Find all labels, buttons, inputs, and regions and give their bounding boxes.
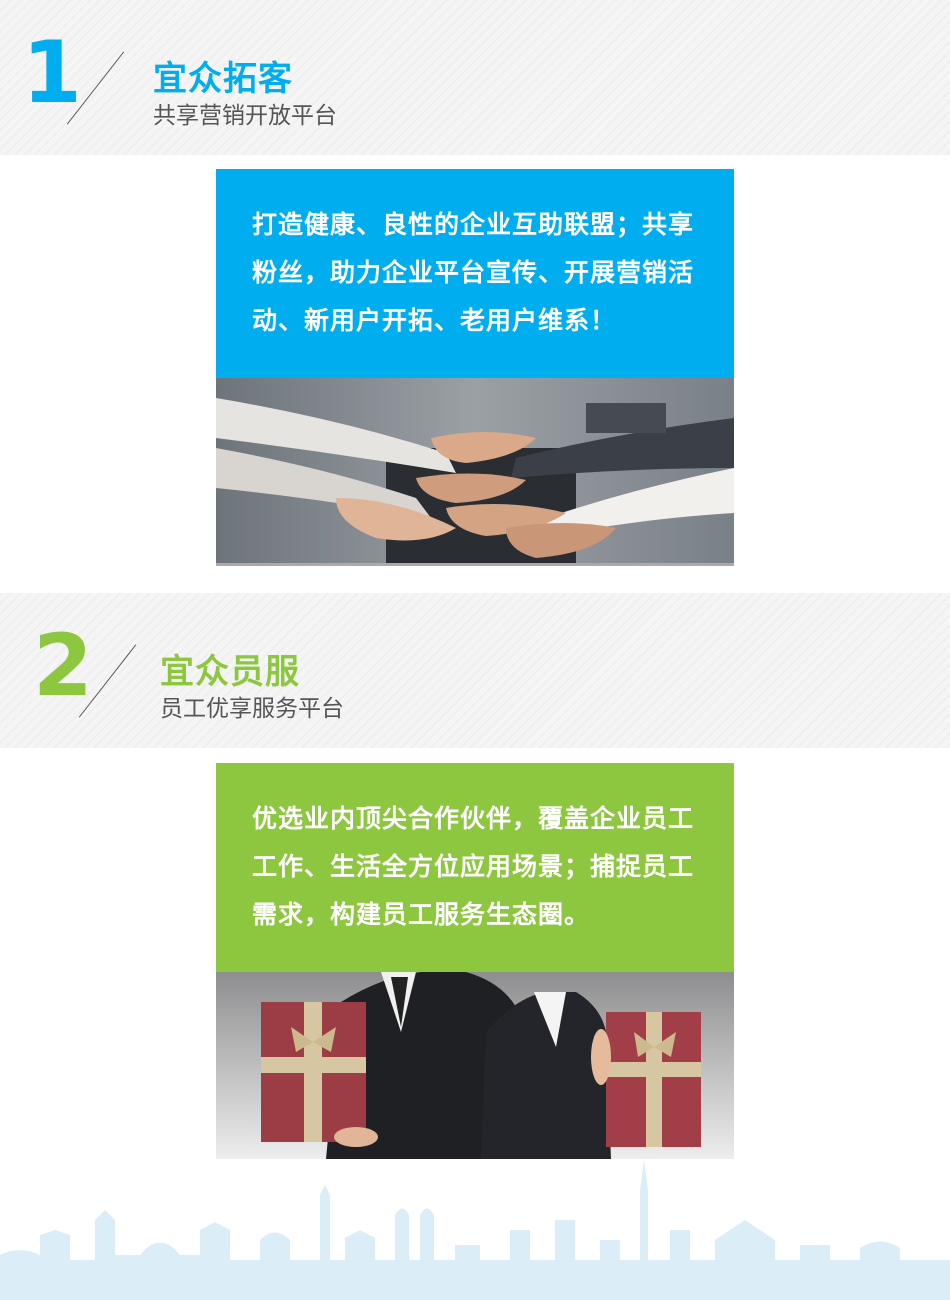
- section-2-header: 2 宜众员服 员工优享服务平台: [0, 593, 950, 748]
- section-1-number: 1: [22, 23, 82, 123]
- section-2-description: 优选业内顶尖合作伙伴，覆盖企业员工工作、生活全方位应用场景；捕捉员工需求，构建员…: [216, 763, 734, 972]
- section-1-description: 打造健康、良性的企业互助联盟；共享粉丝，助力企业平台宣传、开展营销活动、新用户开…: [216, 169, 734, 378]
- gift-image: [216, 972, 734, 1159]
- section-2-number: 2: [33, 616, 93, 716]
- section-1-card: 打造健康、良性的企业互助联盟；共享粉丝，助力企业平台宣传、开展营销活动、新用户开…: [216, 169, 734, 566]
- section-1-title: 宜众拓客: [153, 59, 293, 99]
- hands-image: [216, 378, 734, 566]
- section-2-card: 优选业内顶尖合作伙伴，覆盖企业员工工作、生活全方位应用场景；捕捉员工需求，构建员…: [216, 763, 734, 1159]
- section-1-subtitle: 共享营销开放平台: [153, 103, 337, 129]
- section-1-header: 1 宜众拓客 共享营销开放平台: [0, 0, 950, 155]
- employees-gift-photo: [216, 972, 734, 1159]
- teamwork-hands-photo: [216, 378, 734, 566]
- section-2-title: 宜众员服: [160, 652, 300, 692]
- city-skyline-graphic: [0, 1160, 950, 1300]
- section-2-subtitle: 员工优享服务平台: [160, 696, 344, 722]
